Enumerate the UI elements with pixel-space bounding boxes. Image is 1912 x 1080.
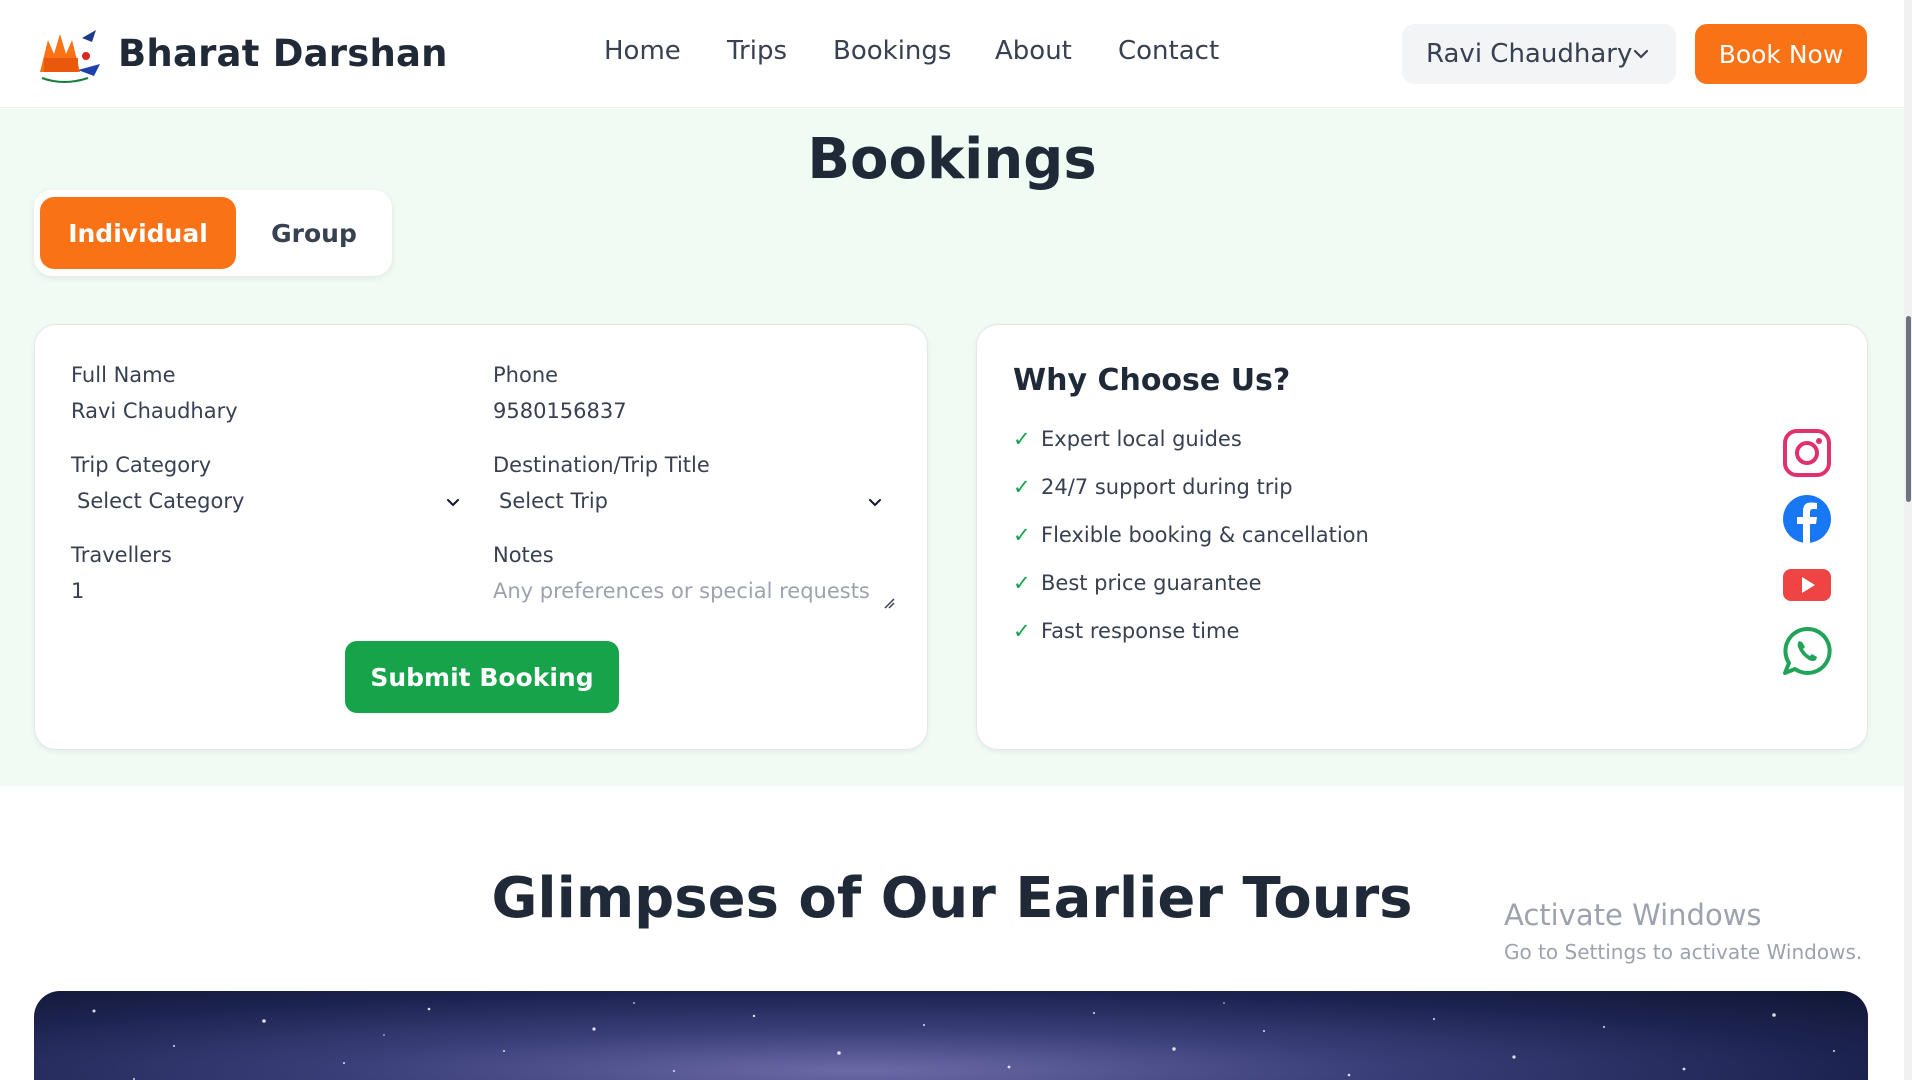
why-item-text: Fast response time (1041, 619, 1240, 643)
why-item-text: Expert local guides (1041, 427, 1242, 451)
page-scrollbar[interactable] (1904, 0, 1912, 1080)
notes-placeholder: Any preferences or special requests (493, 579, 870, 603)
notes-label: Notes (493, 543, 554, 567)
why-item: ✓ Fast response time (1013, 619, 1239, 643)
check-icon: ✓ (1013, 571, 1031, 595)
full-name-field[interactable]: Ravi Chaudhary (71, 399, 238, 423)
tab-individual[interactable]: Individual (40, 197, 236, 269)
youtube-icon[interactable] (1781, 559, 1833, 611)
trip-category-select[interactable]: Select Category (71, 485, 473, 519)
why-choose-us-card: Why Choose Us? ✓ Expert local guides ✓ 24/… (976, 324, 1868, 750)
why-item: ✓ Best price guarantee (1013, 571, 1262, 595)
user-name: Ravi Chaudhary (1426, 39, 1633, 69)
check-icon: ✓ (1013, 523, 1031, 547)
bharat-logo-icon[interactable] (34, 20, 106, 90)
why-item-text: Best price guarantee (1041, 571, 1262, 595)
travellers-label: Travellers (71, 543, 172, 567)
why-item-text: 24/7 support during trip (1041, 475, 1293, 499)
nav-contact[interactable]: Contact (1118, 36, 1219, 66)
booking-type-toggle: Individual Group (34, 190, 392, 276)
destination-value: Select Trip (499, 489, 608, 513)
full-name-label: Full Name (71, 363, 176, 387)
destination-select[interactable]: Select Trip (493, 485, 895, 519)
book-now-button[interactable]: Book Now (1695, 24, 1867, 84)
nav-about[interactable]: About (995, 36, 1072, 66)
phone-label: Phone (493, 363, 559, 387)
check-icon: ✓ (1013, 619, 1031, 643)
chevron-down-icon (1633, 49, 1649, 59)
why-item: ✓ 24/7 support during trip (1013, 475, 1293, 499)
nav-trips[interactable]: Trips (727, 36, 787, 66)
user-menu-button[interactable]: Ravi Chaudhary (1402, 24, 1676, 84)
submit-booking-button[interactable]: Submit Booking (345, 641, 619, 713)
why-title: Why Choose Us? (1013, 363, 1291, 398)
destination-label: Destination/Trip Title (493, 453, 710, 477)
whatsapp-icon[interactable] (1781, 625, 1833, 677)
travellers-field[interactable]: 1 (71, 579, 84, 603)
check-icon: ✓ (1013, 427, 1031, 451)
facebook-icon[interactable] (1781, 493, 1833, 545)
activate-windows-subtitle: Go to Settings to activate Windows. (1504, 940, 1863, 964)
chevron-down-icon (447, 499, 459, 507)
notes-textarea[interactable]: Any preferences or special requests (493, 575, 899, 615)
instagram-icon[interactable] (1781, 427, 1833, 479)
chevron-down-icon (869, 499, 881, 507)
check-icon: ✓ (1013, 475, 1031, 499)
activate-windows-title: Activate Windows (1504, 898, 1762, 932)
tab-group[interactable]: Group (244, 197, 384, 269)
brand-name[interactable]: Bharat Darshan (118, 32, 448, 75)
nav-home[interactable]: Home (604, 36, 681, 66)
resize-handle-icon[interactable] (883, 597, 895, 609)
phone-field[interactable]: 9580156837 (493, 399, 627, 423)
top-navbar: Bharat Darshan Home Trips Bookings About… (0, 0, 1912, 108)
why-item: ✓ Expert local guides (1013, 427, 1242, 451)
booking-form-card: Full Name Ravi Chaudhary Phone 958015683… (34, 324, 928, 750)
why-item: ✓ Flexible booking & cancellation (1013, 523, 1369, 547)
why-item-text: Flexible booking & cancellation (1041, 523, 1369, 547)
trip-category-value: Select Category (77, 489, 245, 513)
tour-image-banner (34, 991, 1868, 1080)
nav-bookings[interactable]: Bookings (833, 36, 951, 66)
page-title: Bookings (807, 127, 1097, 192)
trip-category-label: Trip Category (71, 453, 212, 477)
scrollbar-thumb[interactable] (1906, 316, 1911, 502)
starfield-image (92, 1002, 1835, 1080)
